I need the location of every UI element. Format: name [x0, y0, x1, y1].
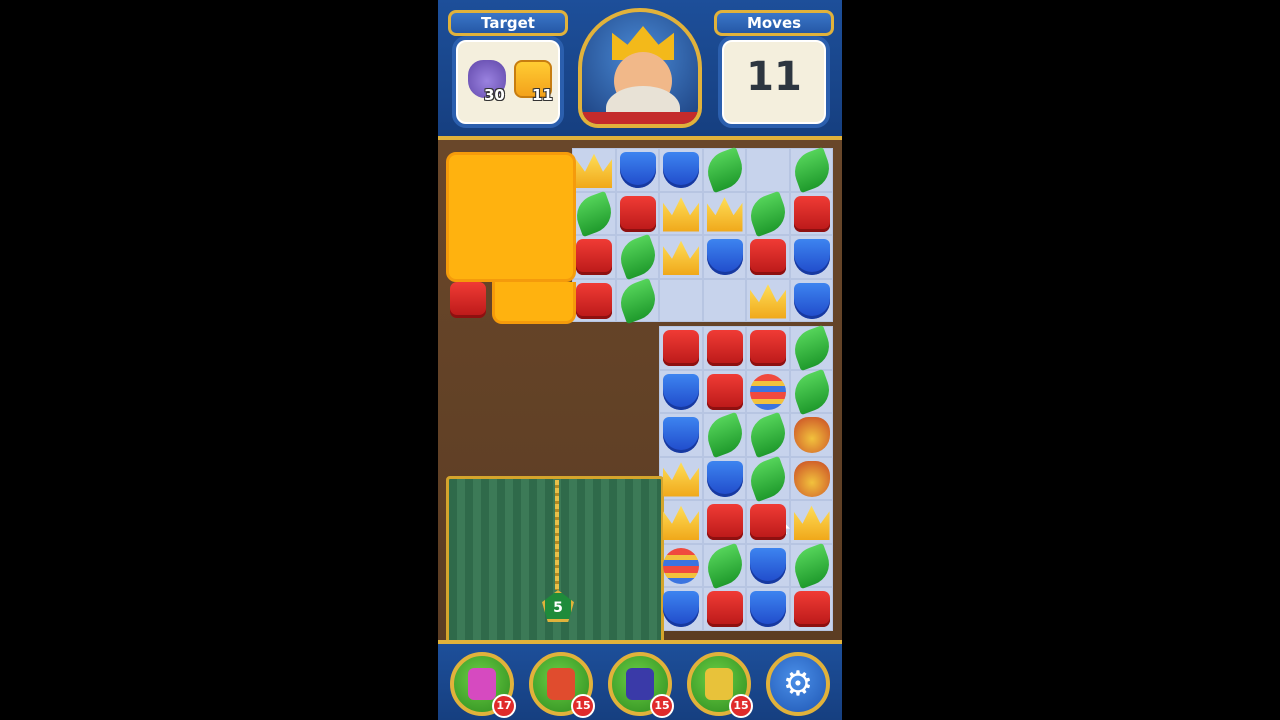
booster-bar: 17 15 15 15 ⚙	[438, 640, 842, 720]
king-avatar	[578, 8, 702, 128]
vase-target-count: 30	[484, 86, 505, 104]
red-piece[interactable]	[576, 282, 612, 319]
blue-piece[interactable]	[706, 460, 743, 497]
hammer-booster[interactable]: 17	[450, 652, 516, 718]
red-piece[interactable]	[706, 504, 743, 540]
moves-count: 11	[746, 54, 802, 100]
board-cell	[746, 148, 790, 192]
blue-piece[interactable]	[750, 547, 786, 584]
jester-hat-icon	[705, 668, 733, 700]
red-piece[interactable]	[706, 330, 743, 366]
moves-panel: 11	[718, 36, 830, 128]
booster-count-badge: 17	[492, 694, 516, 718]
target-panel: 30 11	[452, 36, 564, 128]
blue-piece[interactable]	[793, 282, 830, 319]
chain	[555, 480, 559, 590]
red-piece[interactable]	[619, 195, 656, 232]
hammer-icon	[468, 668, 496, 700]
booster-count-badge: 15	[650, 694, 674, 718]
red-piece[interactable]	[793, 591, 830, 627]
blue-piece[interactable]	[663, 591, 699, 627]
amber-target-count: 11	[532, 86, 553, 104]
settings-button[interactable]: ⚙	[766, 652, 830, 716]
cannon-booster[interactable]: 15	[608, 652, 674, 718]
avatar-robe	[582, 112, 698, 124]
red-piece[interactable]	[576, 239, 612, 275]
blue-piece[interactable]	[706, 239, 743, 275]
red-piece[interactable]	[750, 239, 786, 275]
red-piece[interactable]	[663, 330, 699, 366]
red-piece[interactable]	[450, 282, 486, 318]
blue-piece[interactable]	[619, 152, 656, 188]
booster-count-badge: 15	[571, 694, 595, 718]
red-piece[interactable]	[793, 195, 830, 232]
booster-count-badge: 15	[729, 694, 753, 718]
blue-piece[interactable]	[663, 373, 699, 410]
blue-piece[interactable]	[663, 417, 699, 453]
jester-piece[interactable]	[793, 460, 830, 497]
moves-title: Moves	[714, 10, 834, 36]
header-bar: 30 11 Target 11 Moves	[438, 0, 842, 140]
amber-block-lower	[492, 282, 576, 324]
target-title: Target	[448, 10, 568, 36]
jester-hat-booster[interactable]: 15	[687, 652, 753, 718]
rocket-piece[interactable]	[663, 547, 699, 584]
amber-block	[446, 152, 576, 282]
red-piece[interactable]	[750, 330, 786, 366]
rocket-piece[interactable]	[750, 373, 786, 410]
red-piece[interactable]	[706, 591, 743, 627]
game-board[interactable]: 5	[442, 146, 838, 720]
jester-piece[interactable]	[793, 417, 830, 453]
arrow-booster[interactable]: 15	[529, 652, 595, 718]
red-piece[interactable]	[706, 373, 743, 410]
board-cell	[702, 278, 746, 322]
red-piece[interactable]	[750, 504, 786, 540]
gear-icon: ⚙	[782, 664, 814, 704]
blue-piece[interactable]	[750, 591, 786, 627]
game-screen: 30 11 Target 11 Moves 5 17 15 15 15 ⚙	[438, 0, 842, 720]
blue-piece[interactable]	[663, 152, 699, 188]
cannon-icon	[626, 668, 654, 700]
board-cell	[659, 278, 703, 322]
arrow-icon	[547, 668, 575, 700]
blue-piece[interactable]	[793, 239, 830, 275]
